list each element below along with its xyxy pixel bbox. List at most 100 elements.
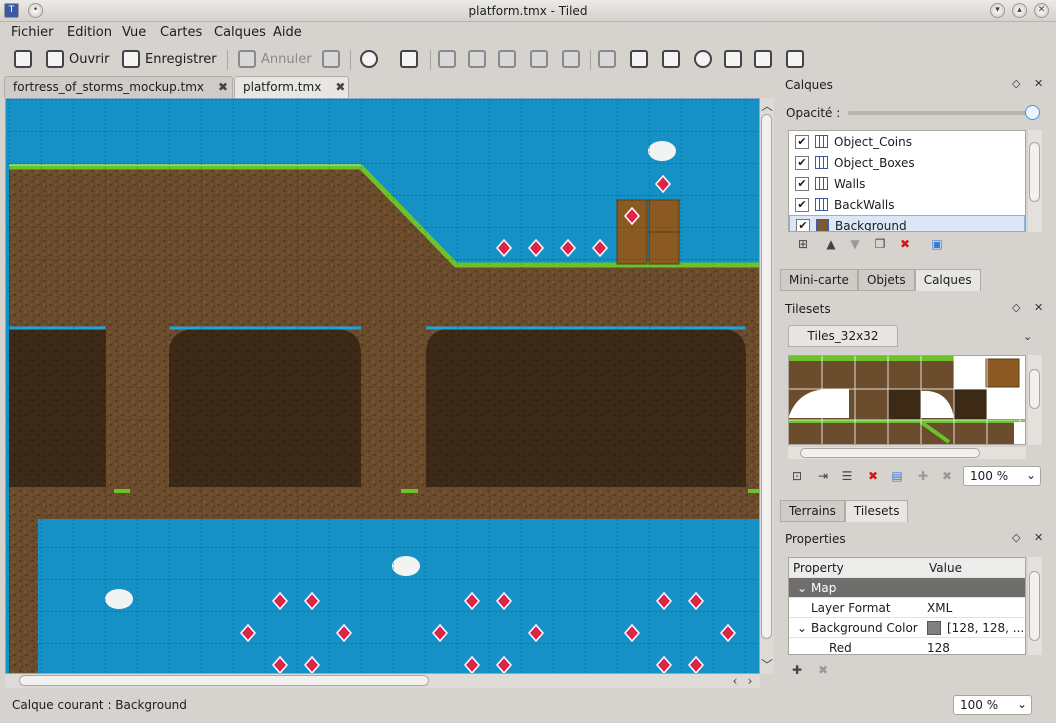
new-tileset-icon[interactable]: ⊡ <box>790 469 804 483</box>
new-button[interactable] <box>14 48 32 70</box>
map-horizontal-scrollbar[interactable]: ‹ › <box>5 674 760 688</box>
map-canvas[interactable] <box>5 98 760 674</box>
scroll-up-icon[interactable]: ︿ <box>760 99 774 113</box>
menu-cartes[interactable]: Cartes <box>160 25 202 40</box>
delete-layer-icon[interactable]: ✖ <box>898 237 912 251</box>
maximize-button[interactable]: ▴ <box>1012 3 1027 18</box>
scroll-thumb[interactable] <box>1029 142 1040 202</box>
scroll-right-icon[interactable]: › <box>743 674 757 688</box>
close-tab-icon[interactable]: ✖ <box>335 80 345 95</box>
tileset-hscrollbar[interactable] <box>788 447 1026 459</box>
random-button[interactable] <box>400 48 418 70</box>
property-value[interactable]: [128, 128, ... <box>947 621 1024 635</box>
scroll-thumb[interactable] <box>761 114 772 639</box>
rectangle-tool[interactable] <box>662 48 680 70</box>
select-objects-tool[interactable] <box>598 48 616 70</box>
properties-scrollbar[interactable] <box>1028 557 1042 655</box>
map-zoom-select[interactable]: 100 % ⌄ <box>953 695 1032 715</box>
remove-property-icon[interactable]: ✖ <box>816 663 830 677</box>
property-row[interactable]: ⌄ Background Color [128, 128, ... <box>789 618 1025 638</box>
toggle-other-layers-icon[interactable]: ▣ <box>930 237 944 251</box>
expand-icon[interactable]: ⌄ <box>797 621 807 635</box>
tab-tilesets[interactable]: Tilesets <box>844 500 909 522</box>
save-button[interactable]: Enregistrer <box>122 48 217 70</box>
visibility-checkbox[interactable]: ✔ <box>795 197 809 212</box>
undo-button[interactable]: Annuler <box>238 48 312 70</box>
tab-minimap[interactable]: Mini-carte <box>780 269 858 291</box>
layer-row-background[interactable]: ✔ Background <box>789 215 1025 231</box>
lower-layer-icon[interactable]: ▼ <box>848 237 862 251</box>
dock-close-icon[interactable]: ✕ <box>1034 77 1043 90</box>
scroll-thumb[interactable] <box>19 675 429 686</box>
tab-terrains[interactable]: Terrains <box>780 500 845 522</box>
menu-vue[interactable]: Vue <box>122 25 146 40</box>
scroll-thumb[interactable] <box>800 448 980 458</box>
menu-fichier[interactable]: Fichier <box>11 25 54 40</box>
remove-tiles-icon[interactable]: ✖ <box>940 469 954 483</box>
scroll-thumb[interactable] <box>1029 369 1040 409</box>
chevron-down-icon[interactable]: ⌄ <box>1023 330 1032 343</box>
dock-float-icon[interactable]: ◇ <box>1012 531 1020 544</box>
visibility-checkbox[interactable]: ✔ <box>795 155 809 170</box>
close-button[interactable]: ✕ <box>1034 3 1049 18</box>
raise-layer-icon[interactable]: ▲ <box>824 237 838 251</box>
eraser-tool[interactable] <box>530 48 548 70</box>
property-value[interactable]: 128 <box>927 641 950 654</box>
rect-select-tool[interactable] <box>562 48 580 70</box>
polyline-tool[interactable] <box>754 48 772 70</box>
add-tiles-icon[interactable]: ✚ <box>916 469 930 483</box>
insert-tile-tool[interactable] <box>786 48 804 70</box>
import-tileset-icon[interactable]: ⇥ <box>816 469 830 483</box>
scroll-left-icon[interactable]: ‹ <box>728 674 742 688</box>
property-value[interactable]: XML <box>927 601 952 615</box>
scroll-thumb[interactable] <box>1029 571 1040 641</box>
opacity-slider[interactable] <box>848 111 1034 115</box>
edit-terrain-icon[interactable]: ▤ <box>890 469 904 483</box>
add-property-icon[interactable]: ✚ <box>790 663 804 677</box>
terrain-tool[interactable] <box>468 48 486 70</box>
stamp-tool[interactable] <box>438 48 456 70</box>
visibility-checkbox[interactable]: ✔ <box>795 134 809 149</box>
close-tab-icon[interactable]: ✖ <box>218 80 228 95</box>
minimize-button[interactable]: ▾ <box>990 3 1005 18</box>
add-layer-icon[interactable]: ⊞ <box>796 237 810 251</box>
property-row[interactable]: Layer Format XML <box>789 598 1025 618</box>
visibility-checkbox[interactable]: ✔ <box>796 218 810 231</box>
tab-objects[interactable]: Objets <box>857 269 915 291</box>
tab-layers[interactable]: Calques <box>914 269 981 291</box>
tileset-zoom-select[interactable]: 100 % ⌄ <box>963 466 1041 486</box>
tileset-vscrollbar[interactable] <box>1028 355 1042 445</box>
tileset-view[interactable] <box>788 355 1026 445</box>
duplicate-layer-icon[interactable]: ❐ <box>873 237 887 251</box>
export-tileset-icon[interactable]: ☰ <box>840 469 854 483</box>
ellipse-tool[interactable] <box>694 48 712 70</box>
scroll-down-icon[interactable]: ﹀ <box>760 658 774 672</box>
dock-float-icon[interactable]: ◇ <box>1012 301 1020 314</box>
layer-row-walls[interactable]: ✔ Walls <box>789 173 1025 194</box>
dock-close-icon[interactable]: ✕ <box>1034 531 1043 544</box>
fill-tool[interactable] <box>498 48 516 70</box>
menu-aide[interactable]: Aide <box>273 25 302 40</box>
commands-button[interactable] <box>360 48 378 70</box>
delete-tileset-icon[interactable]: ✖ <box>866 469 880 483</box>
layer-list-scrollbar[interactable] <box>1028 130 1042 232</box>
layer-row-backwalls[interactable]: ✔ BackWalls <box>789 194 1025 215</box>
edit-polygons-tool[interactable] <box>630 48 648 70</box>
menu-calques[interactable]: Calques <box>214 25 266 40</box>
redo-button[interactable] <box>322 48 340 70</box>
visibility-checkbox[interactable]: ✔ <box>795 176 809 191</box>
dock-close-icon[interactable]: ✕ <box>1034 301 1043 314</box>
open-button[interactable]: Ouvrir <box>46 48 109 70</box>
polygon-tool[interactable] <box>724 48 742 70</box>
layer-row-object-boxes[interactable]: ✔ Object_Boxes <box>789 152 1025 173</box>
menu-edition[interactable]: Edition <box>67 25 112 40</box>
layer-row-object-coins[interactable]: ✔ Object_Coins <box>789 131 1025 152</box>
dock-float-icon[interactable]: ◇ <box>1012 77 1020 90</box>
tab-fortress[interactable]: fortress_of_storms_mockup.tmx ✖ <box>4 76 233 98</box>
section-map[interactable]: ⌄ Map <box>789 578 1025 598</box>
property-row[interactable]: Red 128 <box>789 638 1025 654</box>
tab-platform[interactable]: platform.tmx ✖ <box>234 76 349 98</box>
opacity-slider-handle[interactable] <box>1025 105 1040 120</box>
map-vertical-scrollbar[interactable]: ︿ ﹀ <box>760 98 774 674</box>
tileset-tab[interactable]: Tiles_32x32 <box>788 325 898 347</box>
